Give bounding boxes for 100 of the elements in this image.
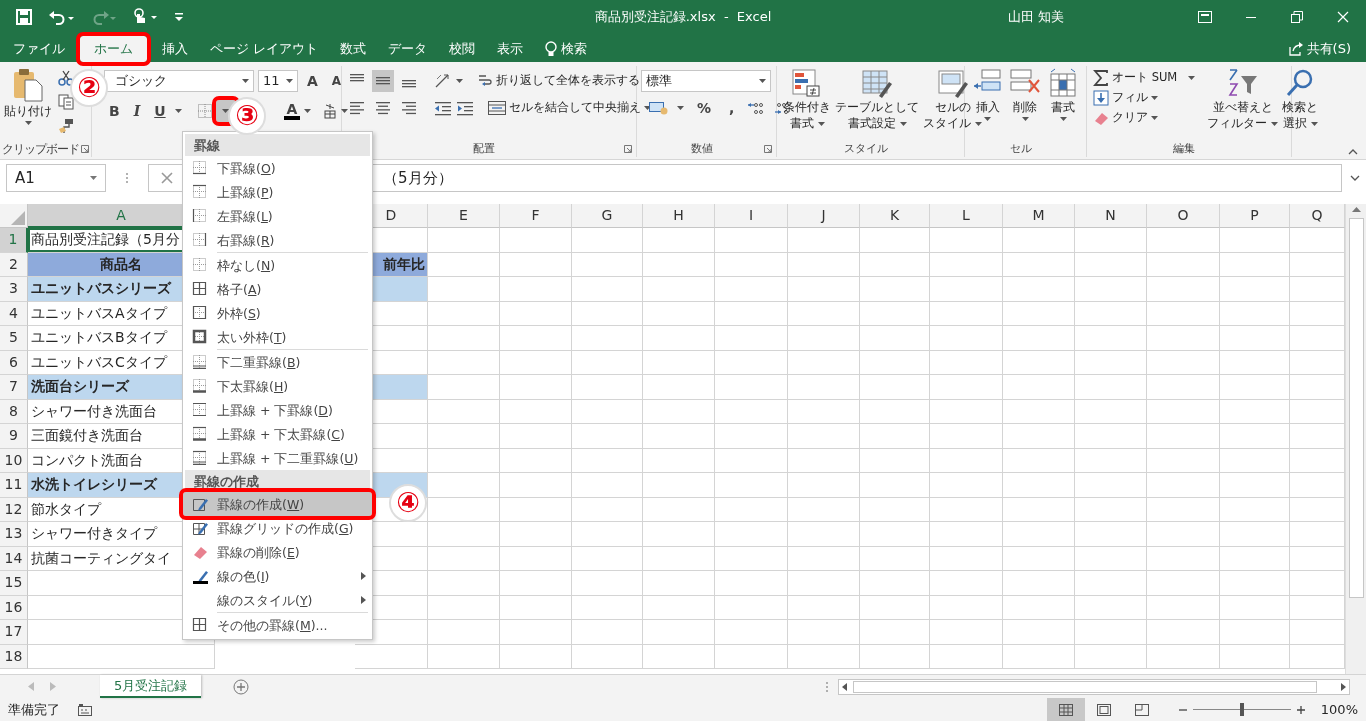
caret-icon[interactable] <box>304 109 312 113</box>
caret-icon[interactable] <box>286 79 293 83</box>
caret-icon[interactable] <box>899 121 907 126</box>
zoom-level[interactable]: 100% <box>1320 701 1358 718</box>
decrease-indent-icon[interactable] <box>434 100 452 116</box>
row-header[interactable]: 14 <box>0 546 28 571</box>
ribbon-tab[interactable]: 挿入 <box>151 36 199 62</box>
caret-icon[interactable] <box>24 121 32 126</box>
close-icon[interactable] <box>1337 11 1349 23</box>
ribbon-display-icon[interactable] <box>1198 11 1212 23</box>
percent-button[interactable]: % <box>692 100 717 117</box>
currency-icon[interactable] <box>649 101 669 116</box>
launcher-icon[interactable] <box>81 145 89 153</box>
caret-icon[interactable] <box>174 109 182 113</box>
cancel-icon[interactable] <box>161 172 173 184</box>
ribbon-tab[interactable]: ファイル <box>2 36 76 62</box>
collapse-ribbon-icon[interactable] <box>1348 149 1358 155</box>
caret-icon[interactable] <box>1151 116 1158 120</box>
column-header[interactable]: N <box>1075 204 1147 228</box>
increase-indent-icon[interactable] <box>456 100 474 116</box>
row-header[interactable]: 9 <box>0 424 28 449</box>
caret-icon[interactable] <box>1022 117 1029 122</box>
comma-button[interactable]: , <box>724 100 740 117</box>
style-button[interactable]: 条件付き 書式 <box>781 66 833 141</box>
row-header[interactable]: 5 <box>0 326 28 351</box>
caret-icon[interactable] <box>456 79 463 83</box>
view-button[interactable] <box>1046 698 1085 721</box>
find-select-button[interactable]: 検索と 選択 <box>1280 66 1321 141</box>
caret-icon[interactable] <box>1059 117 1067 122</box>
lightbulb-icon[interactable] <box>545 41 558 57</box>
phonetic-icon[interactable] <box>323 103 338 119</box>
row-header[interactable]: 1 <box>0 228 28 253</box>
copy-icon[interactable] <box>58 94 74 110</box>
ribbon-tab[interactable]: ページ レイアウト <box>199 36 330 62</box>
row-header[interactable]: 12 <box>0 497 28 522</box>
ribbon-tab[interactable]: 表示 <box>486 36 535 62</box>
scroll-up-icon[interactable] <box>1351 206 1361 212</box>
align-icon[interactable] <box>376 101 390 115</box>
caret-icon[interactable] <box>759 79 766 83</box>
column-header[interactable]: I <box>715 204 788 228</box>
font-size-dropdown[interactable]: 11 <box>258 70 298 92</box>
column-header[interactable]: M <box>1003 204 1075 228</box>
wrap-text-button[interactable]: 折り返して全体を表示する <box>475 73 642 89</box>
style-button[interactable]: テーブルとして 書式設定 <box>833 66 921 141</box>
cells-button[interactable]: 削除 <box>1007 66 1044 141</box>
row-header[interactable]: 3 <box>0 277 28 302</box>
caret-icon[interactable] <box>242 79 249 83</box>
vertical-align-button[interactable] <box>372 70 394 92</box>
row-header[interactable]: 8 <box>0 399 28 424</box>
row-header[interactable]: 18 <box>0 644 28 669</box>
fill-button[interactable]: フィル <box>1091 90 1198 106</box>
launcher-icon[interactable] <box>764 145 772 153</box>
name-box[interactable]: A1 <box>6 164 106 192</box>
undo-icon[interactable] <box>48 9 74 25</box>
sheet-tab[interactable]: 5月受注記録 <box>100 675 202 698</box>
ribbon-tab[interactable]: データ <box>377 36 439 62</box>
row-header[interactable]: 7 <box>0 375 28 400</box>
add-sheet-icon[interactable] <box>233 678 250 695</box>
paste-button[interactable]: 貼り付け <box>2 66 54 141</box>
number-format-dropdown[interactable]: 標準 <box>641 70 771 92</box>
expand-formula-icon[interactable] <box>1350 175 1360 181</box>
align-icon[interactable] <box>350 101 364 115</box>
caret-icon[interactable] <box>644 106 651 110</box>
align-icon[interactable] <box>402 101 416 115</box>
column-header[interactable]: G <box>572 204 643 228</box>
row-header[interactable]: 10 <box>0 448 28 473</box>
underline-button[interactable]: U <box>149 102 171 120</box>
caret-icon[interactable] <box>677 106 684 111</box>
grow-font-button[interactable]: A <box>302 72 323 90</box>
italic-button[interactable]: I <box>128 102 146 120</box>
column-header[interactable]: P <box>1220 204 1290 228</box>
caret-icon[interactable] <box>1151 96 1158 100</box>
caret-icon[interactable] <box>90 176 97 180</box>
macro-record-icon[interactable] <box>78 703 92 716</box>
sort-filter-button[interactable]: 並べ替えと フィルター <box>1205 66 1281 141</box>
increase-decimal-icon[interactable] <box>747 101 766 116</box>
clipboard-icon[interactable] <box>13 68 43 102</box>
row-header[interactable]: 15 <box>0 571 28 596</box>
ribbon-tab[interactable]: 数式 <box>329 36 378 62</box>
scissors-icon[interactable] <box>58 70 74 86</box>
customize-icon[interactable] <box>174 12 184 22</box>
shrink-font-button[interactable]: A <box>326 73 347 89</box>
column-header[interactable]: J <box>788 204 860 228</box>
caret-icon[interactable] <box>1271 121 1279 126</box>
share-button[interactable]: 共有(S) <box>1277 36 1362 62</box>
row-header[interactable]: 16 <box>0 595 28 620</box>
row-header[interactable]: 2 <box>0 252 28 277</box>
font-color-button[interactable]: A <box>283 102 301 120</box>
column-header[interactable]: L <box>930 204 1003 228</box>
column-header[interactable]: K <box>860 204 930 228</box>
menu-item[interactable]: その他の罫線(M)... <box>183 613 372 637</box>
caret-icon[interactable] <box>817 121 825 126</box>
autosum-button[interactable]: オート SUM <box>1091 70 1198 86</box>
caret-icon[interactable] <box>222 109 230 113</box>
font-name-dropdown[interactable]: ゴシック <box>104 70 254 92</box>
column-header[interactable]: Q <box>1290 204 1345 228</box>
ribbon-tab[interactable]: 校閲 <box>438 36 487 62</box>
scrollbar-thumb[interactable] <box>1348 218 1364 598</box>
menu-item[interactable]: 線のスタイル(Y) <box>183 588 372 612</box>
cells-button[interactable]: 書式 <box>1045 66 1082 141</box>
